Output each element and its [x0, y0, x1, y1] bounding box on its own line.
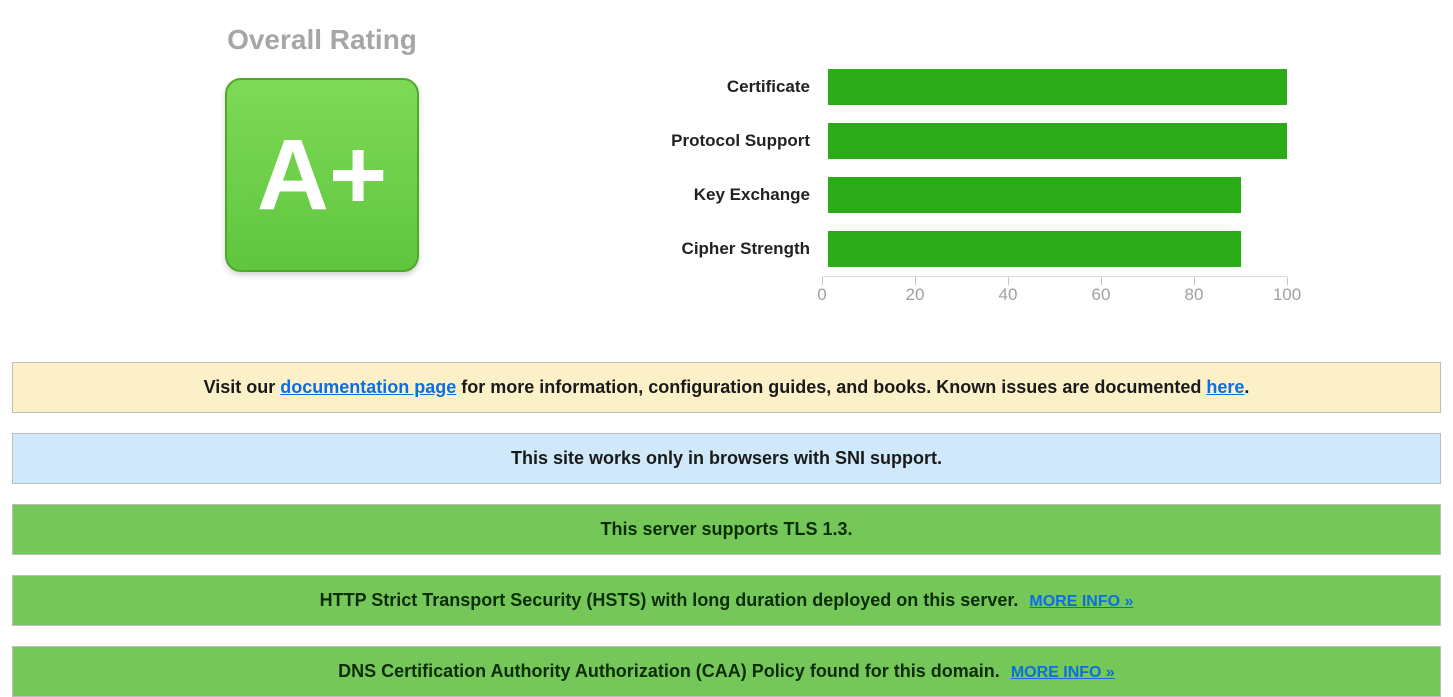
banner-text: HTTP Strict Transport Security (HSTS) wi…	[320, 590, 1019, 610]
sni-banner: This site works only in browsers with SN…	[12, 433, 1441, 484]
hsts-banner: HTTP Strict Transport Security (HSTS) wi…	[12, 575, 1441, 626]
axis-tick	[1194, 277, 1195, 285]
chart-track	[828, 123, 1287, 159]
banner-text: DNS Certification Authority Authorizatio…	[338, 661, 1000, 681]
chart-row-cipher-strength: Cipher Strength	[632, 222, 1287, 276]
banner-text: Visit our	[204, 377, 281, 397]
hsts-more-info-link[interactable]: MORE INFO »	[1029, 593, 1133, 610]
axis-tick	[915, 277, 916, 285]
chart-axis-row: 020406080100	[632, 276, 1287, 310]
axis-tick	[822, 277, 823, 285]
axis-tick-label: 80	[1185, 285, 1204, 305]
chart-label: Key Exchange	[632, 185, 816, 205]
chart-label: Certificate	[632, 77, 816, 97]
axis-tick-label: 0	[817, 285, 826, 305]
axis-tick	[1287, 277, 1288, 285]
chart-bar	[828, 177, 1241, 213]
chart-label: Cipher Strength	[632, 239, 816, 259]
axis-tick	[1008, 277, 1009, 285]
chart-label: Protocol Support	[632, 131, 816, 151]
summary-section: Overall Rating A+ Certificate Protocol S…	[12, 0, 1441, 334]
chart-bar	[828, 231, 1241, 267]
overall-rating-title: Overall Rating	[12, 24, 632, 56]
known-issues-link[interactable]: here	[1206, 377, 1244, 397]
caa-more-info-link[interactable]: MORE INFO »	[1011, 664, 1115, 681]
overall-rating-panel: Overall Rating A+	[12, 0, 632, 272]
chart-x-axis: 020406080100	[822, 276, 1287, 277]
tls-banner: This server supports TLS 1.3.	[12, 504, 1441, 555]
grade-badge: A+	[225, 78, 419, 272]
chart-bar	[828, 123, 1287, 159]
axis-tick-label: 60	[1092, 285, 1111, 305]
ssl-report-page: Overall Rating A+ Certificate Protocol S…	[0, 0, 1453, 697]
grade-letter: A+	[257, 125, 388, 225]
chart-track	[828, 69, 1287, 105]
caa-banner: DNS Certification Authority Authorizatio…	[12, 646, 1441, 697]
chart-bar	[828, 69, 1287, 105]
axis-tick	[1101, 277, 1102, 285]
banner-text: .	[1244, 377, 1249, 397]
axis-tick-label: 20	[906, 285, 925, 305]
chart-row-protocol-support: Protocol Support	[632, 114, 1287, 168]
documentation-link[interactable]: documentation page	[280, 377, 456, 397]
axis-tick-label: 40	[999, 285, 1018, 305]
score-chart: Certificate Protocol Support Key Exchang…	[632, 0, 1441, 310]
chart-track	[828, 231, 1287, 267]
banner-text: for more information, configuration guid…	[456, 377, 1206, 397]
axis-tick-label: 100	[1273, 285, 1301, 305]
chart-row-key-exchange: Key Exchange	[632, 168, 1287, 222]
info-banners: Visit our documentation page for more in…	[12, 362, 1441, 697]
chart-track	[828, 177, 1287, 213]
chart-row-certificate: Certificate	[632, 60, 1287, 114]
documentation-banner: Visit our documentation page for more in…	[12, 362, 1441, 413]
